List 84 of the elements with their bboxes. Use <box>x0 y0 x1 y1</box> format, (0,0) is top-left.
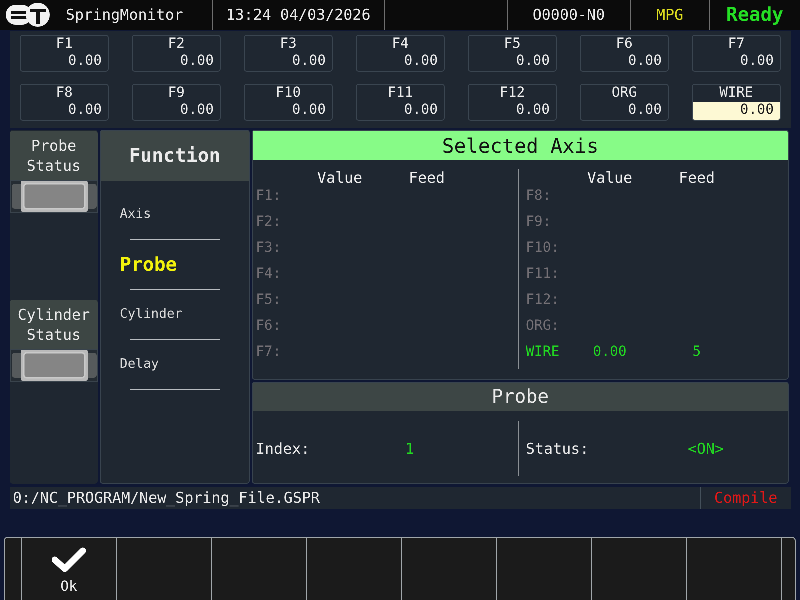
axis-label: WIRE <box>718 85 754 102</box>
axis-readout[interactable]: F4 0.00 <box>356 35 445 72</box>
axis-row-label: F3: <box>256 240 282 256</box>
value-input-field[interactable]: 0.00 <box>693 102 780 120</box>
axis-readout[interactable]: F5 0.00 <box>468 35 557 72</box>
axis-label: ORG <box>610 85 638 102</box>
status-title: Probe Status <box>10 131 98 180</box>
function-title: Function <box>101 131 249 181</box>
menu-item[interactable]: Delay <box>101 340 160 389</box>
axis-label: F8 <box>55 85 74 102</box>
axis-row-label: F9: <box>526 214 552 230</box>
menu-item[interactable]: Cylinder <box>101 290 183 339</box>
axis-value: 0.00 <box>515 53 551 70</box>
axis-label: F12 <box>498 85 526 102</box>
field-label: Index: <box>256 440 312 458</box>
axis-row-label: F4: <box>256 266 282 282</box>
status-title: Cylinder Status <box>10 300 98 349</box>
program-number: O0000-N0 <box>532 6 606 24</box>
axis-value: 0.00 <box>515 102 551 119</box>
axis-row-value: 0.00 <box>592 344 628 360</box>
axis-readout[interactable]: F3 0.00 <box>244 35 333 72</box>
field-label: Status: <box>526 440 590 458</box>
axis-row-label: WIRE <box>526 344 561 360</box>
machine-status: Ready <box>726 4 784 26</box>
axis-readout[interactable]: F8 0.00 <box>20 84 109 121</box>
axis-readout[interactable]: F11 0.00 <box>356 84 445 121</box>
axis-row-label: F2: <box>256 214 282 230</box>
menu-item[interactable]: Axis <box>101 190 152 239</box>
indicator-lamp-icon <box>12 181 96 212</box>
axis-label: F5 <box>503 36 522 53</box>
axis-row-label: F8: <box>526 188 552 204</box>
axis-label: F11 <box>386 85 414 102</box>
axis-label: F4 <box>391 36 410 53</box>
axis-value: 0.00 <box>403 53 439 70</box>
axis-readout[interactable]: ORG 0.00 <box>580 84 669 121</box>
axis-readout[interactable]: F6 0.00 <box>580 35 669 72</box>
axis-value: 0.00 <box>179 53 215 70</box>
axis-readout[interactable]: F9 0.00 <box>132 84 221 121</box>
axis-label: F6 <box>615 36 634 53</box>
date-time: 13:24 04/03/2026 <box>226 6 371 24</box>
field-value: 1 <box>404 440 416 458</box>
axis-row-label: F11: <box>526 266 561 282</box>
axis-row-label: F1: <box>256 188 282 204</box>
axis-value: 0.00 <box>627 102 663 119</box>
panel-title: Probe <box>253 383 788 411</box>
axis-readout[interactable]: F1 0.00 <box>20 35 109 72</box>
mode-indicator: MPG <box>656 6 684 24</box>
axis-readout[interactable]: WIRE 0.00 <box>692 84 781 121</box>
axis-value: 0.00 <box>291 53 327 70</box>
axis-row-label: ORG: <box>526 318 561 334</box>
axis-value: 0.00 <box>627 53 663 70</box>
axis-row-label: F10: <box>526 240 561 256</box>
column-header: Feed <box>408 169 446 187</box>
axis-label: F10 <box>274 85 302 102</box>
axis-label: F9 <box>167 85 186 102</box>
menu-item[interactable]: Probe <box>101 240 178 289</box>
axis-label: F2 <box>167 36 186 53</box>
axis-readout[interactable]: F7 0.00 <box>692 35 781 72</box>
file-path: 0:/NC_PROGRAM/New_Spring_File.GSPR <box>12 489 322 507</box>
axis-label: F3 <box>279 36 298 53</box>
axis-row-label: F6: <box>256 318 282 334</box>
axis-value: 0.00 <box>179 102 215 119</box>
axis-value: 0.00 <box>739 53 775 70</box>
indicator-lamp-icon <box>12 350 96 381</box>
axis-row-feed: 5 <box>692 344 702 360</box>
axis-row-label: F5: <box>256 292 282 308</box>
axis-value: 0.00 <box>403 102 439 119</box>
panel-title: Selected Axis <box>253 131 788 160</box>
axis-value: 0.00 <box>67 102 103 119</box>
app-title: SpringMonitor <box>66 6 184 24</box>
axis-value: 0.00 <box>67 53 103 70</box>
axis-readout[interactable]: F10 0.00 <box>244 84 333 121</box>
axis-label: F1 <box>55 36 74 53</box>
axis-readout[interactable]: F2 0.00 <box>132 35 221 72</box>
axis-row-label: F7: <box>256 344 282 360</box>
column-header: Value <box>316 169 364 187</box>
axis-label: F7 <box>727 36 746 53</box>
column-header: Value <box>586 169 634 187</box>
axis-value: 0.00 <box>291 102 327 119</box>
axis-readout[interactable]: F12 0.00 <box>468 84 557 121</box>
field-value: <ON> <box>686 440 726 458</box>
check-icon <box>52 547 86 574</box>
axis-row-label: F12: <box>526 292 561 308</box>
column-header: Feed <box>678 169 716 187</box>
